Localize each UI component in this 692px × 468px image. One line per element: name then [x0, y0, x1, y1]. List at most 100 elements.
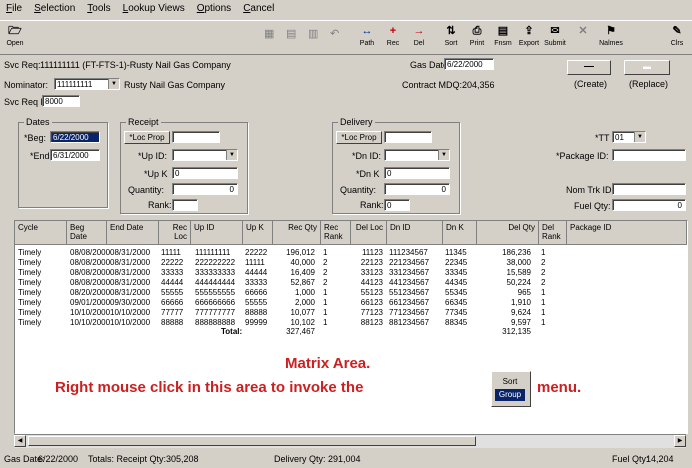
scroll-left-icon[interactable]: ◀ — [14, 435, 26, 447]
col-header-rec-rank[interactable]: Rec Rank — [321, 221, 351, 245]
sort-button[interactable]: ⇅ Sort — [438, 23, 464, 51]
delivery-loc-prop-button[interactable]: *Loc Prop — [336, 131, 382, 144]
table-row[interactable]: Timely 08/20/2000 08/31/2000 55555 555555555… — [15, 288, 687, 298]
receipt-loc-prop-button[interactable]: *Loc Prop — [124, 131, 170, 144]
cell-del-rank: 2 — [541, 268, 546, 277]
col-header-rec-loc[interactable]: Rec Loc — [159, 221, 191, 245]
horizontal-scrollbar[interactable]: ◀ ▶ — [14, 434, 686, 448]
svc-req-value: 111111111 (FT-FTS-1)-Rusty Nail Gas Comp… — [40, 60, 231, 70]
col-header-up-id[interactable]: Up ID — [191, 221, 243, 245]
menu-options[interactable]: Options — [191, 0, 237, 14]
path-button[interactable]: ↔ Path — [354, 23, 380, 51]
table-row[interactable]: Timely 08/08/2000 08/31/2000 44444 444444444… — [15, 278, 687, 288]
receipt-rank-field[interactable] — [172, 199, 198, 211]
receipt-title: Receipt — [126, 117, 161, 127]
cell-cycle: Timely — [18, 248, 42, 257]
table-row[interactable]: Timely 09/01/2000 09/30/2000 66666 666666666… — [15, 298, 687, 308]
fnsm-button[interactable]: ▤ Fnsm — [490, 23, 516, 51]
nominator-select[interactable]: 111111111 ▼ — [54, 78, 120, 90]
chevron-down-icon[interactable]: ▼ — [108, 79, 119, 89]
cell-rec-rank: 1 — [323, 318, 328, 327]
total-label: Total: — [221, 327, 243, 336]
replace-button[interactable]: ▬ — [624, 60, 670, 75]
menu-lookup-views[interactable]: Lookup Views — [117, 0, 191, 14]
export-button[interactable]: ⇪ Export — [516, 23, 542, 51]
context-menu-sort[interactable]: Sort — [495, 376, 525, 388]
del-button[interactable]: → Del — [406, 23, 432, 51]
col-header-rec-qty[interactable]: Rec Qty — [273, 221, 321, 245]
menu-file[interactable]: File — [0, 0, 28, 14]
cell-beg-date: 09/01/2000 — [70, 298, 111, 307]
package-id-field[interactable] — [612, 149, 686, 161]
up-id-select[interactable]: ▼ — [172, 149, 238, 161]
cell-del-rank: 1 — [541, 318, 546, 327]
status-totals-label: Totals: Receipt Qty: — [88, 454, 167, 464]
cell-dn-id: 881234567 — [389, 318, 430, 327]
col-header-dn-k[interactable]: Dn K — [443, 221, 477, 245]
receipt-loc-prop-field[interactable] — [172, 131, 220, 143]
delivery-rank-label: Rank: — [360, 200, 384, 210]
cell-end-date: 08/31/2000 — [110, 258, 151, 267]
cell-beg-date: 08/08/2000 — [70, 258, 111, 267]
table-row[interactable]: Timely 08/08/2000 08/31/2000 11111 111111111… — [15, 248, 687, 258]
col-header-del-qty[interactable]: Del Qty — [477, 221, 539, 245]
cell-rec-rank: 1 — [323, 248, 328, 257]
up-k-label: *Up K — [144, 169, 168, 179]
cell-up-k: 44444 — [245, 268, 268, 277]
table-row[interactable]: Timely 10/10/2000 10/10/2000 77777 777777777… — [15, 308, 687, 318]
create-button[interactable]: — — [567, 60, 611, 75]
beg-date-field[interactable]: 6/22/2000 — [50, 131, 100, 143]
sort-icon: ⇅ — [446, 25, 456, 37]
scroll-thumb[interactable] — [28, 436, 476, 446]
up-k-field[interactable]: 0 — [172, 167, 238, 179]
rec-button[interactable]: + Rec — [380, 23, 406, 51]
matrix-grid[interactable]: Cycle Beg Date End Date Rec Loc Up ID Up… — [14, 220, 688, 434]
col-header-beg-date[interactable]: Beg Date — [67, 221, 107, 245]
receipt-quantity-field[interactable]: 0 — [172, 183, 238, 195]
menu-cancel[interactable]: Cancel — [237, 0, 280, 14]
col-header-cycle[interactable]: Cycle — [15, 221, 67, 245]
col-header-end-date[interactable]: End Date — [107, 221, 159, 245]
gas-date-field[interactable]: 6/22/2000 — [444, 58, 494, 70]
chevron-down-icon[interactable]: ▼ — [634, 132, 645, 142]
nom-trk-field[interactable] — [612, 183, 686, 195]
table-row[interactable]: Timely 08/08/2000 08/31/2000 22222 222222222… — [15, 258, 687, 268]
table-row[interactable]: Timely 10/10/2000 10/10/2000 88888 888888888… — [15, 318, 687, 328]
col-header-del-rank[interactable]: Del Rank — [539, 221, 567, 245]
col-header-package-id[interactable]: Package ID — [567, 221, 687, 245]
fuel-qty-label: Fuel Qty: — [574, 201, 611, 211]
end-date-field[interactable]: 6/31/2000 — [50, 149, 100, 161]
submit-button[interactable]: ✉ Submit — [542, 23, 568, 51]
col-header-up-k[interactable]: Up K — [243, 221, 273, 245]
fuel-qty-field[interactable]: 0 — [612, 199, 686, 211]
clrs-button[interactable]: ✎ Clrs — [664, 23, 690, 51]
cell-end-date: 08/31/2000 — [110, 268, 151, 277]
chevron-down-icon[interactable]: ▼ — [438, 150, 449, 160]
close-tool-button[interactable]: ✕ — [570, 23, 596, 51]
dn-id-select[interactable]: ▼ — [384, 149, 450, 161]
svc-req-k-field[interactable]: 8000 — [42, 95, 80, 107]
context-menu-group[interactable]: Group — [495, 389, 525, 401]
delivery-loc-prop-field[interactable] — [384, 131, 432, 143]
table-row[interactable]: Timely 08/08/2000 08/31/2000 33333 333333333… — [15, 268, 687, 278]
col-header-del-loc[interactable]: Del Loc — [351, 221, 387, 245]
delivery-quantity-field[interactable]: 0 — [384, 183, 450, 195]
tt-select[interactable]: 01 ▼ — [612, 131, 646, 143]
scroll-right-icon[interactable]: ▶ — [674, 435, 686, 447]
col-header-dn-id[interactable]: Dn ID — [387, 221, 443, 245]
chevron-down-icon[interactable]: ▼ — [226, 150, 237, 160]
menu-tools[interactable]: Tools — [81, 0, 116, 14]
cell-del-qty: 1,910 — [510, 298, 531, 307]
nalmes-button[interactable]: ⚑ Nalmes — [598, 23, 624, 51]
delivery-rank-field[interactable]: 0 — [384, 199, 410, 211]
print-button[interactable]: ⎙ Print — [464, 23, 490, 51]
open-button[interactable]: 🗁 Open — [2, 23, 28, 51]
menu-selection[interactable]: Selection — [28, 0, 81, 14]
document-icon: ▤ — [497, 25, 509, 37]
cell-cycle: Timely — [18, 298, 42, 307]
dn-k-field[interactable]: 0 — [384, 167, 450, 179]
cell-rec-loc: 22222 — [161, 258, 184, 267]
toolbar: 🗁 Open ▦ ▤ ▥ ↶ ↔ Path + Rec → Del ⇅ Sort ⎙ Pr… — [0, 21, 692, 55]
cell-dn-k: 88345 — [445, 318, 468, 327]
cell-rec-qty: 2,000 — [294, 298, 315, 307]
